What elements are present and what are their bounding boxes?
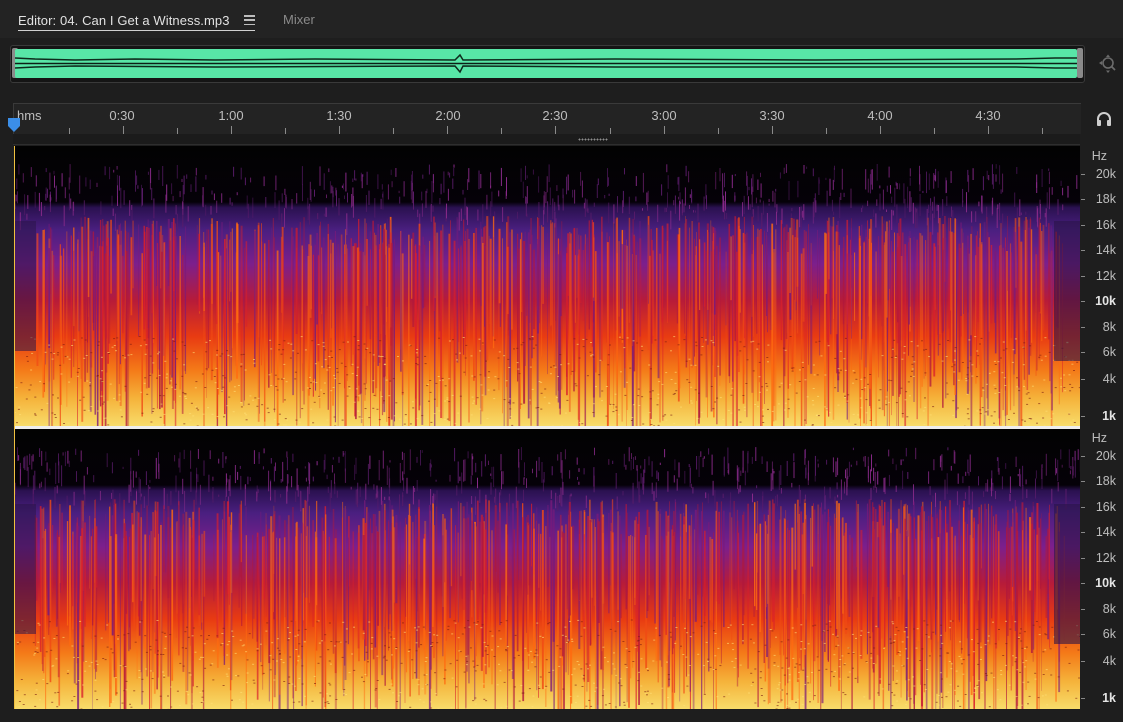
playhead-line	[14, 146, 15, 709]
frequency-label: 18k	[1095, 474, 1116, 488]
frequency-label: 8k	[1102, 602, 1116, 616]
frequency-label: 1k	[1102, 409, 1116, 423]
frequency-ruler-channel-1[interactable]: Hz 20k 18k 16k 14k 12k 10k 8k 6k 4k 1k	[1081, 146, 1123, 426]
time-ruler-tick	[339, 126, 340, 134]
frequency-tick	[1081, 174, 1085, 175]
frequency-tick	[1081, 301, 1085, 302]
time-ruler-label: 2:00	[435, 108, 461, 123]
frequency-tick	[1081, 327, 1085, 328]
frequency-label: 14k	[1095, 525, 1116, 539]
frequency-label: 16k	[1095, 218, 1116, 232]
frequency-tick	[1081, 609, 1085, 610]
frequency-tick	[1081, 276, 1085, 277]
time-ruler-tick	[771, 126, 773, 134]
frequency-label: 4k	[1102, 654, 1116, 668]
time-ruler[interactable]: hms 0:30 1:00 1:30 2:00 2:30 3:00 3:30 4…	[13, 103, 1081, 134]
frequency-label: 16k	[1095, 500, 1116, 514]
frequency-tick	[1081, 558, 1085, 559]
frequency-label: 10k	[1095, 576, 1116, 590]
frequency-label: 1k	[1102, 691, 1116, 705]
frequency-tick	[1081, 532, 1085, 533]
tab-mixer[interactable]: Mixer	[283, 12, 315, 27]
time-ruler-label: 4:30	[975, 108, 1001, 123]
time-ruler-tick	[663, 126, 665, 134]
spectrogram-left	[14, 146, 1080, 426]
frequency-label: 12k	[1095, 269, 1116, 283]
frequency-tick	[1081, 507, 1085, 508]
time-ruler-tick	[880, 126, 881, 134]
headphones-icon[interactable]	[1095, 110, 1113, 128]
frequency-tick	[1081, 698, 1085, 699]
frequency-tick	[1081, 199, 1085, 200]
overview-waveform-navigator[interactable]	[10, 45, 1085, 83]
frequency-label: 6k	[1102, 627, 1116, 641]
playhead-marker-icon[interactable]	[7, 117, 21, 133]
time-ruler-tick	[122, 126, 124, 134]
frequency-tick	[1081, 250, 1085, 251]
tab-editor[interactable]: Editor: 04. Can I Get a Witness.mp3	[18, 9, 255, 31]
overview-right-handle[interactable]	[1077, 48, 1083, 78]
frequency-label: 20k	[1095, 449, 1116, 463]
frequency-label: 4k	[1102, 372, 1116, 386]
frequency-tick	[1081, 661, 1085, 662]
frequency-tick	[1081, 379, 1085, 380]
active-tab-indicator	[18, 30, 255, 31]
frequency-label: 8k	[1102, 320, 1116, 334]
time-ruler-tick	[230, 126, 232, 134]
time-ruler-tick	[555, 126, 557, 134]
frequency-label: 18k	[1095, 192, 1116, 206]
frequency-label: 10k	[1095, 294, 1116, 308]
time-ruler-label: 1:00	[218, 108, 244, 123]
hamburger-menu-icon[interactable]	[243, 15, 255, 25]
time-ruler-label: 4:00	[867, 108, 893, 123]
frequency-label: 12k	[1095, 551, 1116, 565]
frequency-tick	[1081, 352, 1085, 353]
zoom-navigator-icon[interactable]	[1097, 54, 1117, 74]
frequency-tick	[1081, 481, 1085, 482]
frequency-unit-label: Hz	[1091, 431, 1107, 445]
frequency-label: 20k	[1095, 167, 1116, 181]
frequency-ruler-channel-2[interactable]: Hz 20k 18k 16k 14k 12k 10k 8k 6k 4k 1k	[1081, 429, 1123, 709]
spectrogram-right	[14, 429, 1080, 709]
time-ruler-label: 2:30	[542, 108, 568, 123]
frequency-unit-label: Hz	[1091, 149, 1107, 163]
overview-waveform	[15, 49, 1077, 78]
panel-resize-divider[interactable]	[13, 134, 1080, 145]
spectral-display-channel-2[interactable]	[14, 429, 1080, 709]
time-ruler-label: 3:00	[651, 108, 677, 123]
time-ruler-label: 1:30	[326, 108, 352, 123]
time-ruler-tick	[447, 126, 449, 134]
time-ruler-label: 0:30	[109, 108, 135, 123]
frequency-label: 6k	[1102, 345, 1116, 359]
frequency-label: 14k	[1095, 243, 1116, 257]
time-ruler-tick	[988, 126, 990, 134]
tab-editor-label[interactable]: Editor: 04. Can I Get a Witness.mp3	[18, 13, 230, 28]
frequency-tick	[1081, 225, 1085, 226]
frequency-tick	[1081, 456, 1085, 457]
frequency-tick	[1081, 634, 1085, 635]
spectral-display-channel-1[interactable]	[14, 146, 1080, 426]
frequency-tick	[1081, 583, 1085, 584]
time-ruler-label: 3:30	[759, 108, 785, 123]
frequency-tick	[1081, 416, 1085, 417]
resize-grip-icon[interactable]	[578, 138, 608, 141]
